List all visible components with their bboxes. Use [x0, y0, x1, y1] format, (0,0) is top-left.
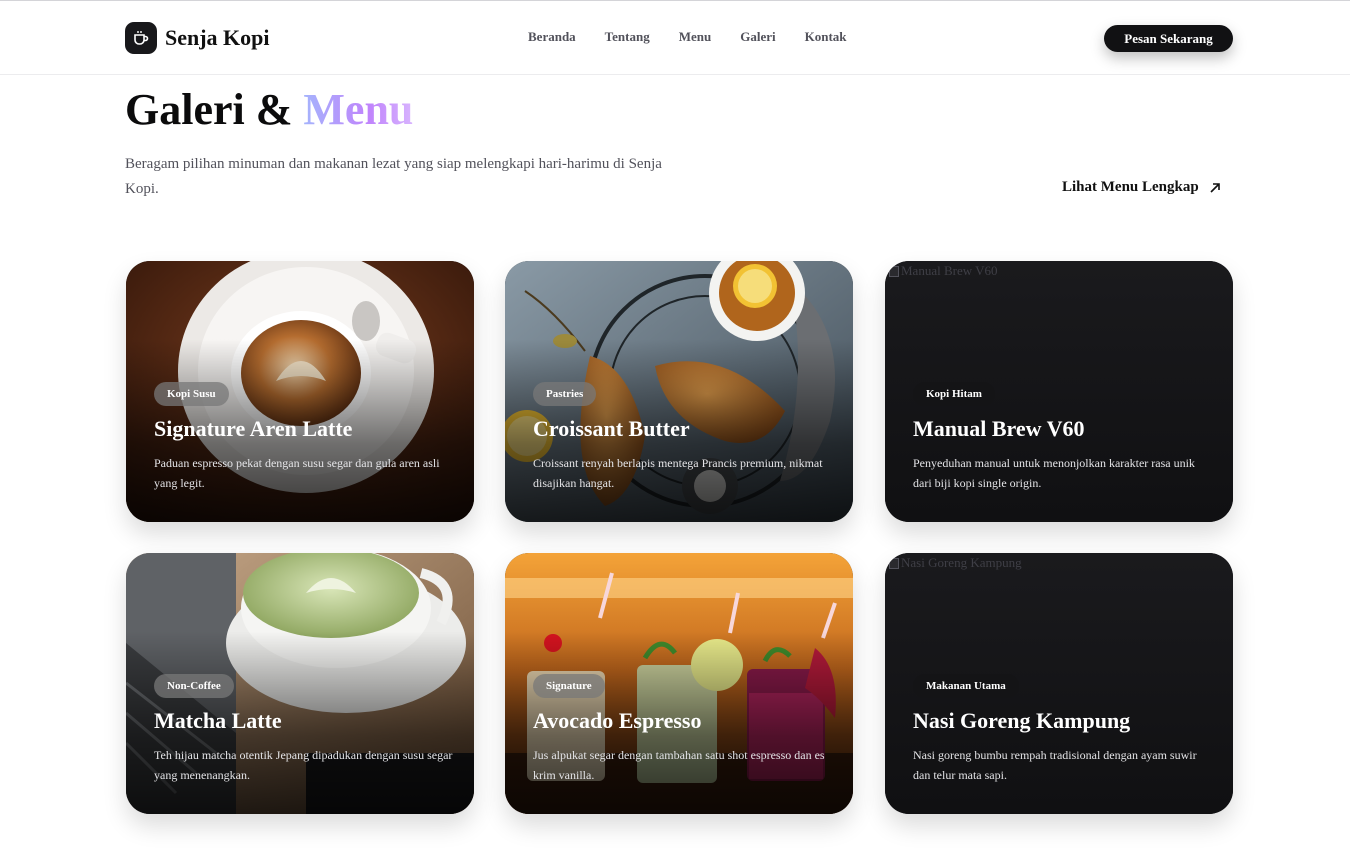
section-title: Galeri & Menu	[125, 84, 413, 136]
menu-card[interactable]: Pastries Croissant Butter Croissant reny…	[505, 261, 853, 522]
broken-image: Manual Brew V60	[889, 263, 998, 279]
card-title: Manual Brew V60	[913, 416, 1085, 441]
section-title-accent: Menu	[303, 85, 414, 134]
broken-image-alt: Manual Brew V60	[901, 263, 998, 278]
card-description: Nasi goreng bumbu rempah tradisional den…	[913, 748, 1197, 782]
coffee-cup-icon	[125, 22, 157, 54]
broken-image-icon	[889, 265, 899, 277]
nav-item-kontak[interactable]: Kontak	[805, 29, 847, 45]
card-description: Croissant renyah berlapis mentega Pranci…	[533, 456, 823, 490]
nav-item-galeri[interactable]: Galeri	[740, 29, 775, 45]
nav-item-beranda[interactable]: Beranda	[528, 29, 576, 45]
category-badge: Kopi Susu	[154, 382, 229, 406]
card-description: Paduan espresso pekat dengan susu segar …	[154, 456, 440, 490]
card-title: Signature Aren Latte	[154, 416, 353, 441]
broken-image: Nasi Goreng Kampung	[889, 555, 1022, 571]
card-title: Matcha Latte	[154, 708, 282, 733]
category-badge: Non-Coffee	[154, 674, 234, 698]
category-badge: Makanan Utama	[913, 674, 1019, 698]
arrow-up-right-icon	[1210, 182, 1220, 193]
menu-card[interactable]: Manual Brew V60 Kopi Hitam Manual Brew V…	[885, 261, 1233, 522]
category-badge: Kopi Hitam	[913, 382, 995, 406]
full-menu-link[interactable]: Lihat Menu Lengkap	[1062, 179, 1221, 196]
section-subtitle: Beragam pilihan minuman dan makanan leza…	[125, 156, 662, 197]
menu-card[interactable]: Signature Avocado Espresso Jus alpukat s…	[505, 553, 853, 814]
full-menu-link-label: Lihat Menu Lengkap	[1062, 179, 1199, 195]
nav-item-menu[interactable]: Menu	[679, 29, 712, 45]
card-title: Avocado Espresso	[533, 708, 702, 733]
menu-card[interactable]: Non-Coffee Matcha Latte Teh hijau matcha…	[126, 553, 474, 814]
category-badge: Pastries	[533, 382, 597, 406]
card-title: Nasi Goreng Kampung	[913, 708, 1131, 733]
card-description: Jus alpukat segar dengan tambahan satu s…	[533, 748, 825, 782]
site-header: Senja Kopi Beranda Tentang Menu Galeri K…	[0, 1, 1350, 75]
section-title-main: Galeri &	[125, 85, 293, 134]
category-badge: Signature	[533, 674, 605, 698]
menu-card[interactable]: Nasi Goreng Kampung Makanan Utama Nasi G…	[885, 553, 1233, 814]
brand[interactable]: Senja Kopi	[125, 22, 270, 54]
card-title: Croissant Butter	[533, 416, 690, 441]
card-description: Teh hijau matcha otentik Jepang dipaduka…	[154, 748, 453, 782]
broken-image-alt: Nasi Goreng Kampung	[901, 555, 1022, 570]
menu-card[interactable]: Kopi Susu Signature Aren Latte Paduan es…	[126, 261, 474, 522]
broken-image-icon	[889, 557, 899, 569]
order-now-button[interactable]: Pesan Sekarang	[1104, 25, 1233, 52]
main-nav: Beranda Tentang Menu Galeri Kontak	[528, 29, 876, 45]
card-description: Penyeduhan manual untuk menonjolkan kara…	[913, 456, 1195, 490]
nav-item-tentang[interactable]: Tentang	[605, 29, 650, 45]
brand-name: Senja Kopi	[165, 25, 270, 50]
